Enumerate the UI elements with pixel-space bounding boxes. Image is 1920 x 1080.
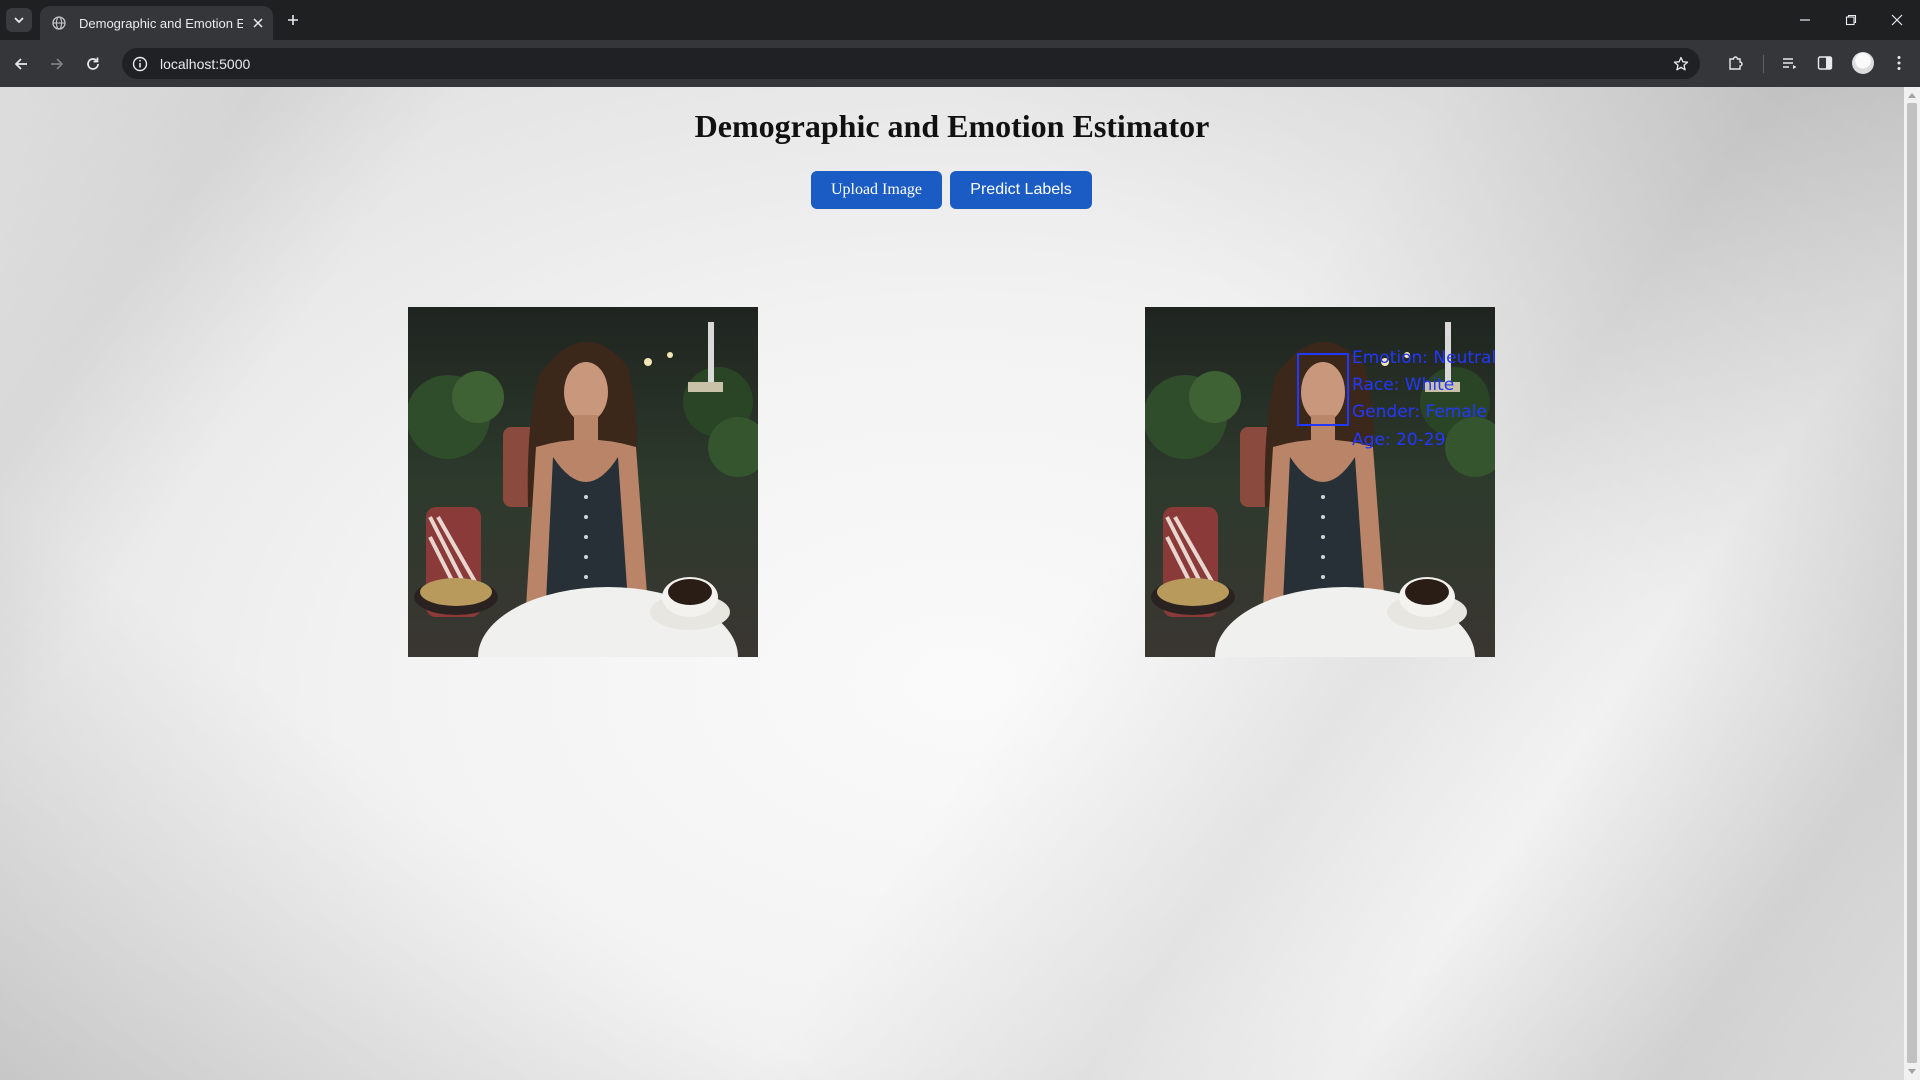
kebab-menu-icon[interactable]: [1887, 51, 1911, 75]
back-button[interactable]: [8, 51, 34, 77]
uploaded-image: [408, 307, 758, 657]
globe-icon: [51, 15, 67, 31]
star-icon[interactable]: [1670, 53, 1692, 75]
minimize-icon: [1800, 19, 1810, 21]
reload-icon: [87, 57, 99, 70]
forward-button[interactable]: [44, 51, 70, 77]
scrollbar-thumb[interactable]: [1907, 103, 1917, 1063]
arrow-right-icon: [51, 58, 64, 70]
media-queue-icon[interactable]: [1778, 51, 1802, 75]
browser-tab[interactable]: Demographic and Emotion Estimator: [40, 6, 273, 40]
browser-toolbar: localhost:5000: [0, 40, 1920, 87]
scroll-up-arrow-icon[interactable]: [1904, 87, 1920, 103]
close-icon: [1891, 14, 1903, 26]
chevron-down-icon: [14, 17, 24, 24]
close-window-button[interactable]: [1874, 8, 1920, 32]
prediction-age: Age: 20-29: [1352, 430, 1446, 450]
arrow-left-icon: [14, 58, 27, 70]
url-text: localhost:5000: [160, 55, 251, 72]
address-bar[interactable]: localhost:5000: [122, 48, 1700, 79]
browser-tab-bar: Demographic and Emotion Estimator: [0, 0, 1920, 40]
page-viewport: Demographic and Emotion Estimator Upload…: [0, 87, 1920, 1080]
scroll-down-arrow-icon[interactable]: [1904, 1064, 1920, 1080]
toolbar-divider: [1763, 55, 1764, 73]
tab-title: Demographic and Emotion Estimator: [79, 15, 243, 31]
info-icon[interactable]: [130, 54, 150, 74]
new-tab-button[interactable]: [282, 9, 304, 31]
predict-labels-button[interactable]: Predict Labels: [950, 171, 1092, 209]
profile-avatar[interactable]: [1852, 52, 1874, 74]
restore-icon: [1845, 14, 1857, 26]
prediction-gender: Gender: Female: [1352, 402, 1487, 422]
vertical-scrollbar[interactable]: [1904, 87, 1920, 1080]
face-bounding-box: [1297, 353, 1349, 426]
reload-button[interactable]: [80, 51, 106, 77]
page-title: Demographic and Emotion Estimator: [694, 108, 1210, 144]
puzzle-icon[interactable]: [1724, 51, 1748, 75]
prediction-emotion: Emotion: Neutral: [1352, 348, 1495, 368]
upload-image-button[interactable]: Upload Image: [811, 171, 942, 209]
predicted-image: Emotion: Neutral Race: White Gender: Fem…: [1145, 307, 1495, 657]
close-icon[interactable]: [249, 14, 267, 32]
tab-search-button[interactable]: [6, 8, 32, 32]
restore-button[interactable]: [1828, 8, 1874, 32]
side-panel-icon[interactable]: [1813, 51, 1837, 75]
prediction-race: Race: White: [1352, 375, 1455, 395]
minimize-button[interactable]: [1782, 8, 1828, 32]
plus-icon: [288, 15, 298, 25]
